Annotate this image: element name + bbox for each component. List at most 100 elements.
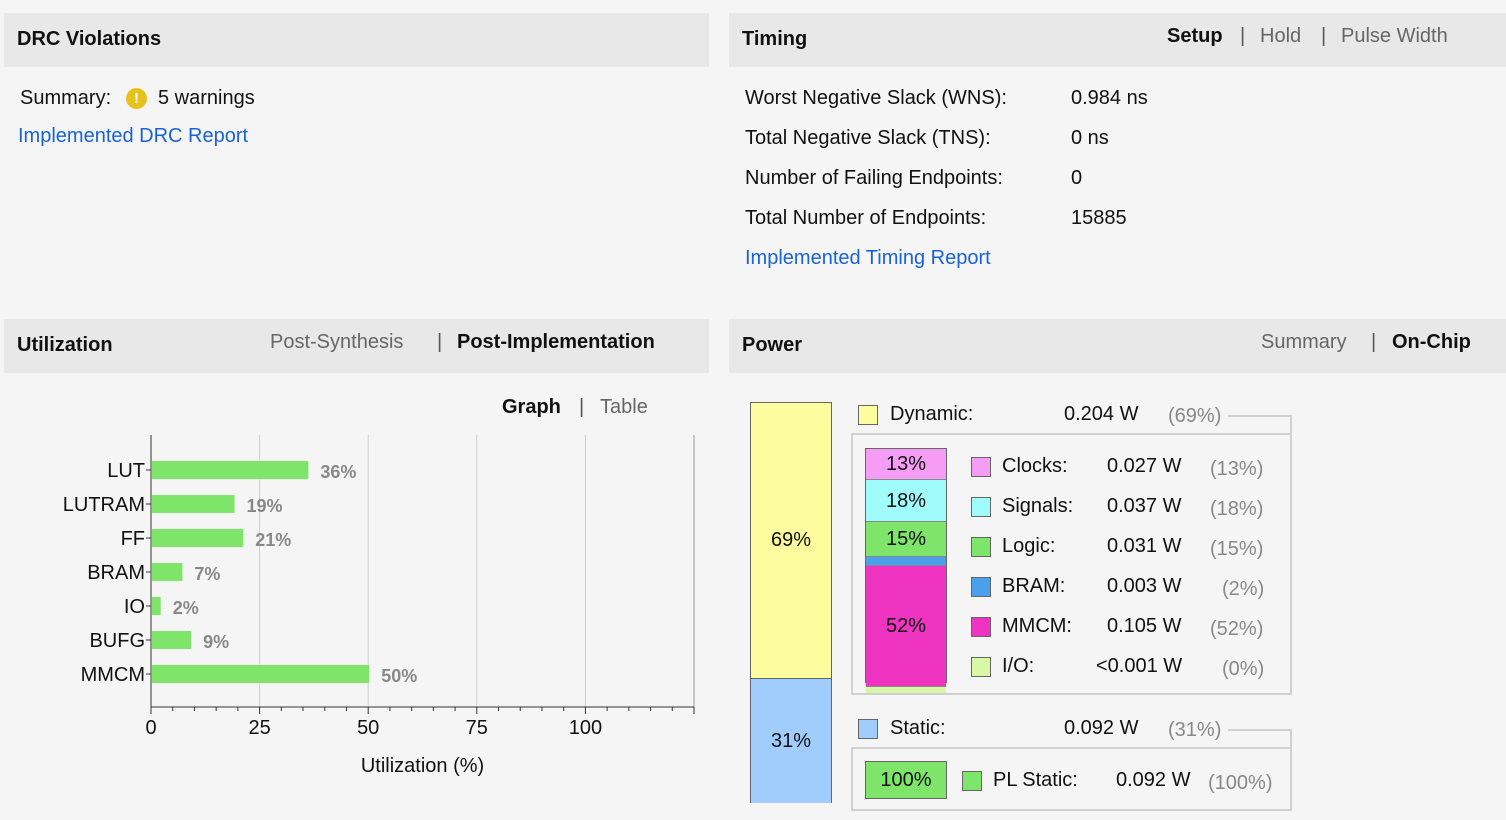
dynamic-percent: (69%) <box>1168 405 1222 427</box>
timing-value-endpoints: 15885 <box>1071 207 1127 229</box>
dynamic-label: Dynamic: <box>890 403 974 425</box>
tab-on-chip[interactable]: On-Chip <box>1392 331 1471 354</box>
bar-bufg <box>152 631 192 649</box>
tab-summary[interactable]: Summary <box>1261 331 1347 354</box>
y-tick-label: BRAM <box>87 562 145 584</box>
drc-header: DRC Violations <box>4 13 709 67</box>
bram-label: BRAM: <box>1002 575 1066 597</box>
tab-hold[interactable]: Hold <box>1260 25 1301 48</box>
bram-percent: (2%) <box>1222 578 1265 600</box>
signals-label: Signals: <box>1002 495 1074 517</box>
tab-separator: | <box>437 331 443 353</box>
tab-separator: | <box>1240 25 1246 47</box>
static-value: 0.092 W <box>1064 717 1139 739</box>
warning-icon: ! <box>126 88 147 109</box>
clocks-segment: 13% <box>866 449 946 479</box>
total-power-bar: 69% 31% <box>750 402 832 803</box>
logic-percent: (15%) <box>1210 538 1264 560</box>
static-label: Static: <box>890 717 946 739</box>
timing-label-failing: Number of Failing Endpoints: <box>745 167 1003 189</box>
tab-post-synthesis[interactable]: Post-Synthesis <box>270 331 403 354</box>
logic-segment: 15% <box>866 521 946 557</box>
logic-swatch <box>971 537 991 557</box>
y-tick-label: IO <box>124 596 145 618</box>
bar-value-label: 50% <box>381 666 417 686</box>
y-tick-label: BUFG <box>89 630 145 652</box>
bar-value-label: 9% <box>203 632 229 652</box>
clocks-swatch <box>971 457 991 477</box>
signals-swatch <box>971 497 991 517</box>
static-group-connector <box>1228 729 1292 731</box>
drc-report-link[interactable]: Implemented DRC Report <box>18 125 248 148</box>
io-segment <box>866 686 946 693</box>
tab-separator: | <box>1371 331 1377 353</box>
power-title: Power <box>742 334 803 356</box>
static-swatch <box>858 719 878 739</box>
x-tick-label: 50 <box>357 717 379 739</box>
io-value: <0.001 W <box>1096 655 1183 677</box>
utilization-title: Utilization <box>17 334 113 356</box>
bar-io <box>152 597 161 615</box>
tab-setup[interactable]: Setup <box>1167 25 1223 48</box>
bar-value-label: 21% <box>255 530 291 550</box>
tab-table[interactable]: Table <box>600 396 648 419</box>
bar-value-label: 7% <box>194 564 220 584</box>
x-axis-label: Utilization (%) <box>361 755 484 777</box>
timing-value-tns: 0 ns <box>1071 127 1109 149</box>
mmcm-label: MMCM: <box>1002 615 1072 637</box>
bar-value-label: 36% <box>320 462 356 482</box>
bram-swatch <box>971 577 991 597</box>
mmcm-percent: (52%) <box>1210 618 1264 640</box>
clocks-percent: (13%) <box>1210 458 1264 480</box>
io-percent: (0%) <box>1222 658 1265 680</box>
drc-warnings-count: 5 warnings <box>158 87 255 109</box>
dynamic-group-connector <box>1228 415 1292 417</box>
pl-static-value: 0.092 W <box>1116 769 1191 791</box>
y-tick-label: LUTRAM <box>63 494 145 516</box>
dynamic-swatch <box>858 405 878 425</box>
logic-label: Logic: <box>1002 535 1056 557</box>
signals-percent: (18%) <box>1210 498 1264 520</box>
dynamic-breakdown-bar: 13% 18% 15% 52% <box>865 448 947 693</box>
y-tick-label: FF <box>121 528 145 550</box>
timing-label-wns: Worst Negative Slack (WNS): <box>745 87 1007 109</box>
x-tick-label: 0 <box>145 717 156 739</box>
power-header: Power Summary | On-Chip <box>729 319 1506 373</box>
timing-label-endpoints: Total Number of Endpoints: <box>745 207 987 229</box>
drc-summary-label: Summary: <box>20 87 112 109</box>
logic-value: 0.031 W <box>1107 535 1182 557</box>
bar-mmcm <box>152 665 370 683</box>
timing-value-failing: 0 <box>1071 167 1083 189</box>
pl-static-bar: 100% <box>865 761 947 799</box>
bar-bram <box>152 563 183 581</box>
y-tick-label: LUT <box>107 460 145 482</box>
signals-segment: 18% <box>866 479 946 522</box>
tab-post-implementation[interactable]: Post-Implementation <box>457 331 655 354</box>
pl-static-label: PL Static: <box>993 769 1078 791</box>
x-tick-label: 75 <box>466 717 488 739</box>
tab-separator: | <box>1321 25 1327 47</box>
pl-static-percent: (100%) <box>1208 772 1273 794</box>
bar-lutram <box>152 495 235 513</box>
tab-pulse-width[interactable]: Pulse Width <box>1341 25 1448 48</box>
timing-title: Timing <box>742 28 808 50</box>
bar-value-label: 2% <box>173 598 199 618</box>
mmcm-swatch <box>971 617 991 637</box>
io-swatch <box>971 657 991 677</box>
static-group-connector <box>1290 729 1292 749</box>
dynamic-group-connector <box>1290 415 1292 435</box>
timing-header: Timing Setup | Hold | Pulse Width <box>729 13 1506 67</box>
timing-report-link[interactable]: Implemented Timing Report <box>745 247 991 270</box>
clocks-value: 0.027 W <box>1107 455 1182 477</box>
utilization-header: Utilization Post-Synthesis | Post-Implem… <box>4 319 709 373</box>
tab-graph[interactable]: Graph <box>502 396 561 419</box>
mmcm-segment: 52% <box>866 565 946 687</box>
bar-lut <box>152 461 309 479</box>
bram-value: 0.003 W <box>1107 575 1182 597</box>
pl-static-swatch <box>962 771 982 791</box>
bar-value-label: 19% <box>247 496 283 516</box>
utilization-chart: 0 25 50 75 100 Utilization (%) LUT 36% LUTRAM 19%… <box>63 435 695 777</box>
x-tick-label: 25 <box>248 717 270 739</box>
timing-label-tns: Total Negative Slack (TNS): <box>745 127 991 149</box>
dynamic-value: 0.204 W <box>1064 403 1139 425</box>
